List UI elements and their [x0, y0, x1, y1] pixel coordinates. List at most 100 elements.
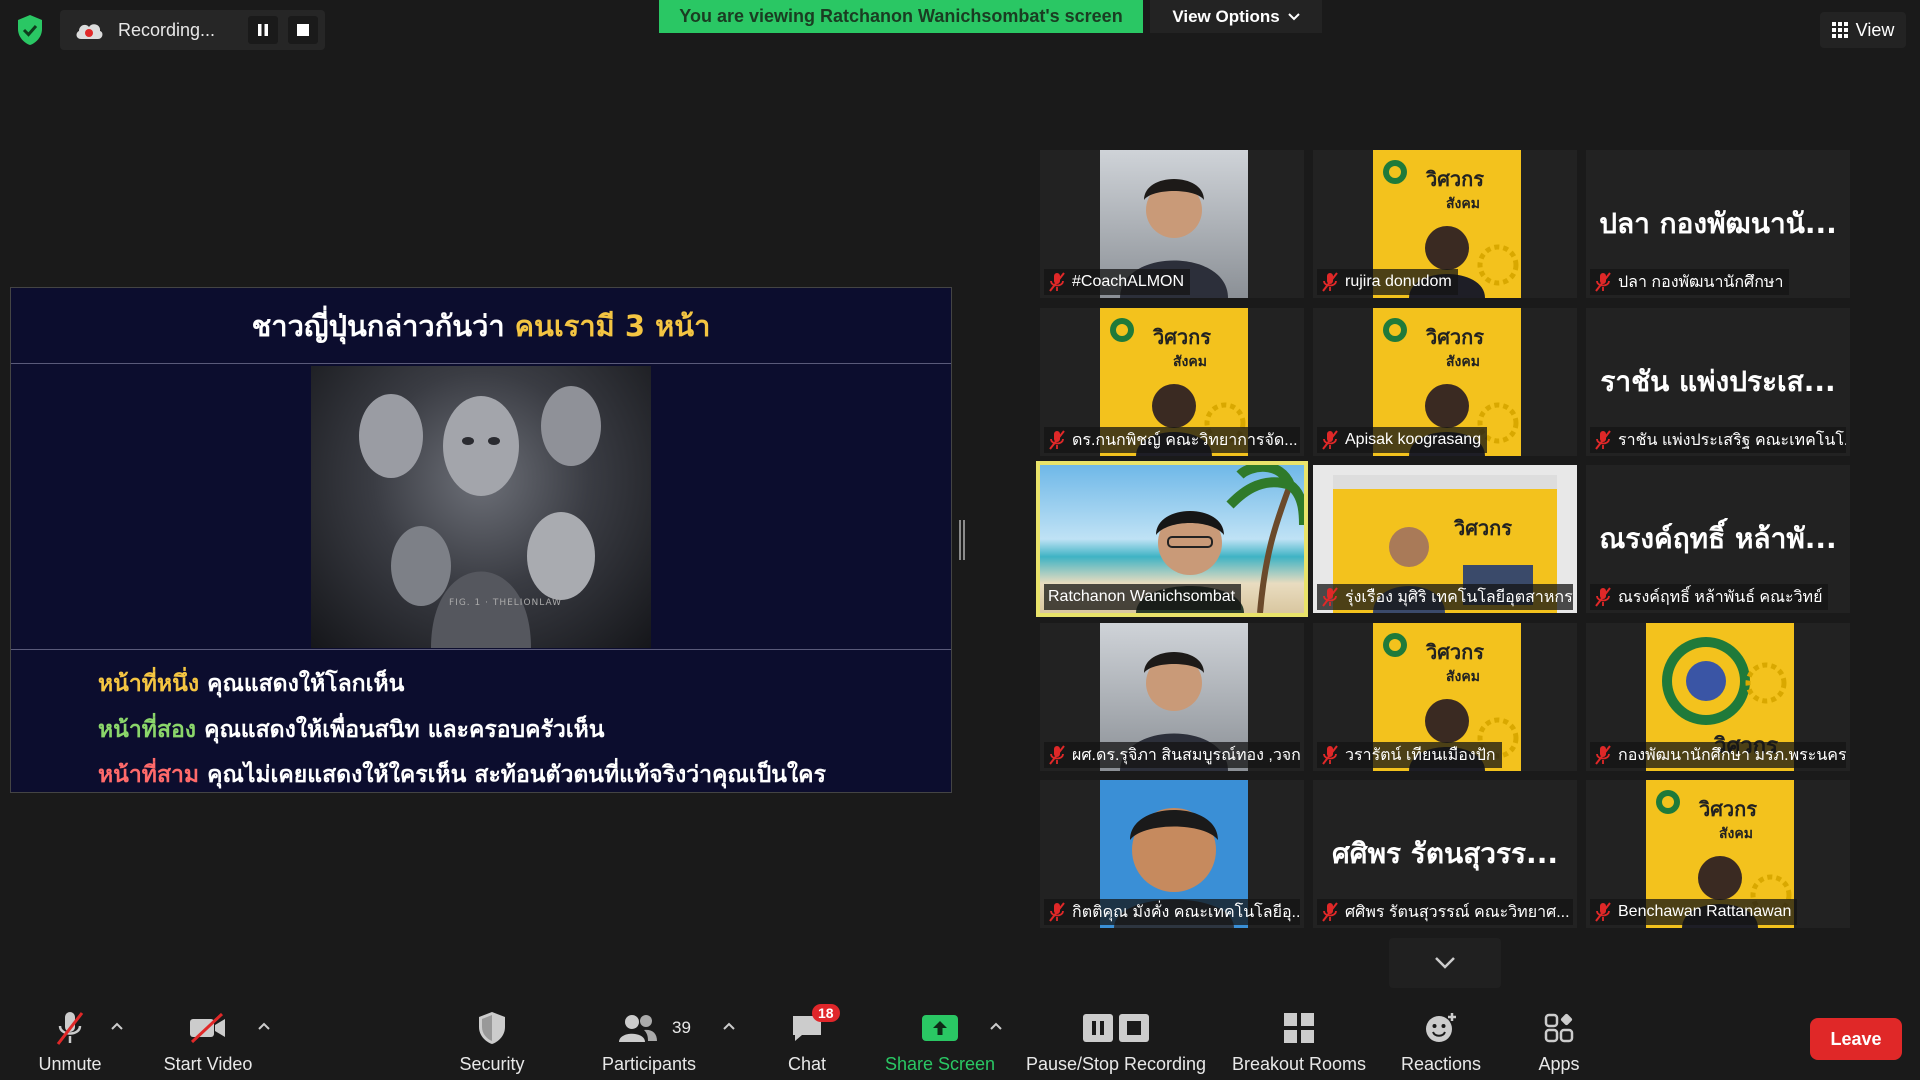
participant-tile[interactable]: Ratchanon Wanichsombat [1036, 461, 1308, 617]
participant-name: ดร.กนกพิชญ์ คณะวิทยาการจัด... [1072, 431, 1298, 449]
participants-icon [619, 1015, 657, 1042]
pause-stop-recording-button[interactable]: Pause/Stop Recording [1024, 998, 1208, 1080]
share-screen-button[interactable]: Share Screen [882, 998, 998, 1080]
microphone-muted-icon [1595, 745, 1611, 765]
participants-options-caret-icon[interactable] [720, 1018, 738, 1036]
line-3-highlight: หน้าที่สาม [98, 762, 200, 788]
participant-name: ศศิพร รัตนสุวรรณ์ คณะวิทยาศ... [1345, 903, 1570, 921]
participant-tile[interactable]: วิศวกร สังคม วรารัตน์ เทียนเมืองปัก [1313, 623, 1577, 771]
participant-tile[interactable]: ศศิพร รัตนสุวรร... ศศิพร รัตนสุวรรณ์ คณะว… [1313, 780, 1577, 928]
masks-artwork-image: FIG. 1 · THELIONLAW [311, 366, 651, 648]
svg-text:สังคม: สังคม [1446, 354, 1480, 370]
view-button[interactable]: View [1820, 12, 1906, 48]
pause-stop-recording-label: Pause/Stop Recording [1025, 1054, 1207, 1074]
microphone-muted-icon [1595, 902, 1611, 922]
slide-title-main: ชาวญี่ปุ่นกล่าวกันว่า [251, 308, 505, 343]
participant-tile[interactable]: ราชัน แพ่งประเส... ราชัน แพ่งประเสริฐ คณะ… [1586, 308, 1850, 456]
image-watermark: FIG. 1 · THELIONLAW [449, 598, 563, 608]
view-options-button[interactable]: View Options [1150, 0, 1322, 33]
participants-label: Participants [601, 1054, 697, 1074]
security-shield-icon[interactable] [16, 14, 44, 46]
participant-tile[interactable]: ผศ.ดร.รุจิภา สินสมบูรณ์ทอง ,วจก [1040, 623, 1304, 771]
microphone-muted-icon [1049, 902, 1065, 922]
participant-tile[interactable]: วิศวกร สังคม Benchawan Rattanawan [1586, 780, 1850, 928]
stop-icon [297, 24, 309, 36]
stop-recording-button[interactable] [288, 16, 318, 44]
chat-button[interactable]: 18 Chat [780, 998, 840, 1080]
participant-tile[interactable]: ปลา กองพัฒนานั... ปลา กองพัฒนานักศึกษา [1586, 150, 1850, 298]
participant-name-tag: กิตติคุณ มังคั่ง คณะเทคโนโลยีอุ... [1044, 899, 1300, 925]
participant-name-tag: Apisak koograsang [1317, 427, 1488, 453]
chat-unread-badge: 18 [812, 1004, 840, 1022]
participant-name-tag: ณรงค์ฤทธิ์ หล้าพันธ์ คณะวิทย์ [1590, 584, 1829, 610]
chevron-down-icon [1287, 12, 1300, 20]
microphone-muted-icon [1595, 272, 1611, 292]
line-1-text: คุณแสดงให้โลกเห็น [207, 671, 405, 697]
smiley-plus-icon [1426, 1013, 1456, 1042]
microphone-muted-icon [1049, 745, 1065, 765]
stop-icon [1119, 1014, 1149, 1042]
video-camera-off-icon [190, 1013, 225, 1043]
participant-tile[interactable]: ณรงค์ฤทธิ์ หล้าพั... ณรงค์ฤทธิ์ หล้าพันธ์… [1586, 465, 1850, 613]
participants-count: 39 [672, 1018, 691, 1037]
participant-tile[interactable]: วิศวกรสังคม rujira donudom [1313, 150, 1577, 298]
participant-name: วรารัตน์ เทียนเมืองปัก [1345, 746, 1496, 764]
grid-icon [1831, 22, 1848, 38]
breakout-rooms-label: Breakout Rooms [1231, 1054, 1367, 1074]
audio-options-caret-icon[interactable] [108, 1018, 126, 1036]
participant-name-tag: ผศ.ดร.รุจิภา สินสมบูรณ์ทอง ,วจก [1044, 742, 1300, 768]
pause-icon [1083, 1014, 1113, 1042]
reactions-label: Reactions [1400, 1054, 1482, 1074]
line-3-text: คุณไม่เคยแสดงให้ใครเห็น สะท้อนตัวตนที่แท… [207, 762, 826, 788]
share-screen-label: Share Screen [884, 1054, 996, 1074]
unmute-button[interactable]: Unmute [30, 998, 110, 1080]
microphone-muted-icon [56, 1012, 84, 1045]
chevron-down-icon [1435, 957, 1455, 969]
participant-tile[interactable]: วิศวกรกองพัฒนานักศึกษา มรภ.พระนคร [1586, 623, 1850, 771]
cloud-recording-icon [76, 24, 103, 39]
video-options-caret-icon[interactable] [255, 1018, 273, 1036]
security-button[interactable]: Security [450, 998, 534, 1080]
slide-line-2: หน้าที่สอง คุณแสดงให้เพื่อนสนิท และครอบค… [98, 712, 605, 748]
participant-display-name: ศศิพร รัตนสุวรร... [1332, 837, 1558, 870]
view-options-label: View Options [1172, 6, 1280, 26]
participant-tile[interactable]: วิศวกร รุ่งเรือง มุศิริ เทคโนโลยีอุตสาหกร… [1313, 465, 1577, 613]
apps-icon [1544, 1013, 1574, 1043]
svg-text:วิศวกร: วิศวกร [1425, 167, 1484, 191]
svg-text:วิศวกร: วิศวกร [1152, 325, 1211, 349]
svg-text:วิศวกร: วิศวกร [1425, 325, 1484, 349]
share-options-caret-icon[interactable] [987, 1018, 1005, 1036]
slide-title: ชาวญี่ปุ่นกล่าวกันว่า คนเรามี 3 หน้า [11, 288, 951, 364]
svg-text:สังคม: สังคม [1173, 354, 1207, 370]
microphone-muted-icon [1322, 272, 1338, 292]
svg-text:สังคม: สังคม [1446, 196, 1480, 212]
split-view-handle[interactable] [959, 520, 965, 560]
recording-indicator: Recording... [60, 10, 325, 50]
leave-button[interactable]: Leave [1810, 1018, 1902, 1060]
participant-tile[interactable]: วิศวกรสังคม Apisak koograsang [1313, 308, 1577, 456]
slide-line-1: หน้าที่หนึ่ง คุณแสดงให้โลกเห็น [98, 666, 404, 702]
viewing-screen-banner: You are viewing Ratchanon Wanichsombat's… [659, 0, 1143, 33]
microphone-muted-icon [1322, 745, 1338, 765]
participant-name-tag: #CoachALMON [1044, 269, 1191, 295]
participant-name-tag: ดร.กนกพิชญ์ คณะวิทยาการจัด... [1044, 427, 1300, 453]
slide-line-3: หน้าที่สาม คุณไม่เคยแสดงให้ใครเห็น สะท้อ… [98, 757, 826, 792]
participant-name: กองพัฒนานักศึกษา มรภ.พระนคร [1618, 746, 1846, 764]
start-video-button[interactable]: Start Video [158, 998, 258, 1080]
breakout-rooms-button[interactable]: Breakout Rooms [1228, 998, 1370, 1080]
participant-name: ปลา กองพัฒนานักศึกษา [1618, 273, 1784, 291]
meeting-toolbar: Unmute Start Video Security 39 Participa… [0, 998, 1920, 1080]
participant-tile[interactable]: กิตติคุณ มังคั่ง คณะเทคโนโลยีอุ... [1040, 780, 1304, 928]
participants-button[interactable]: 39 Participants [596, 998, 702, 1080]
recording-label: Recording... [118, 19, 216, 40]
participant-tile[interactable]: วิศวกรสังคมดร.กนกพิชญ์ คณะวิทยาการจัด... [1040, 308, 1304, 456]
participant-name-tag: rujira donudom [1317, 269, 1458, 295]
line-1-highlight: หน้าที่หนึ่ง [98, 671, 200, 697]
next-page-button[interactable] [1389, 938, 1501, 988]
apps-button[interactable]: Apps [1526, 998, 1592, 1080]
reactions-button[interactable]: Reactions [1396, 998, 1486, 1080]
participant-tile[interactable]: #CoachALMON [1040, 150, 1304, 298]
pause-recording-button[interactable] [248, 16, 278, 44]
microphone-muted-icon [1595, 430, 1611, 450]
participant-name-tag: วรารัตน์ เทียนเมืองปัก [1317, 742, 1502, 768]
